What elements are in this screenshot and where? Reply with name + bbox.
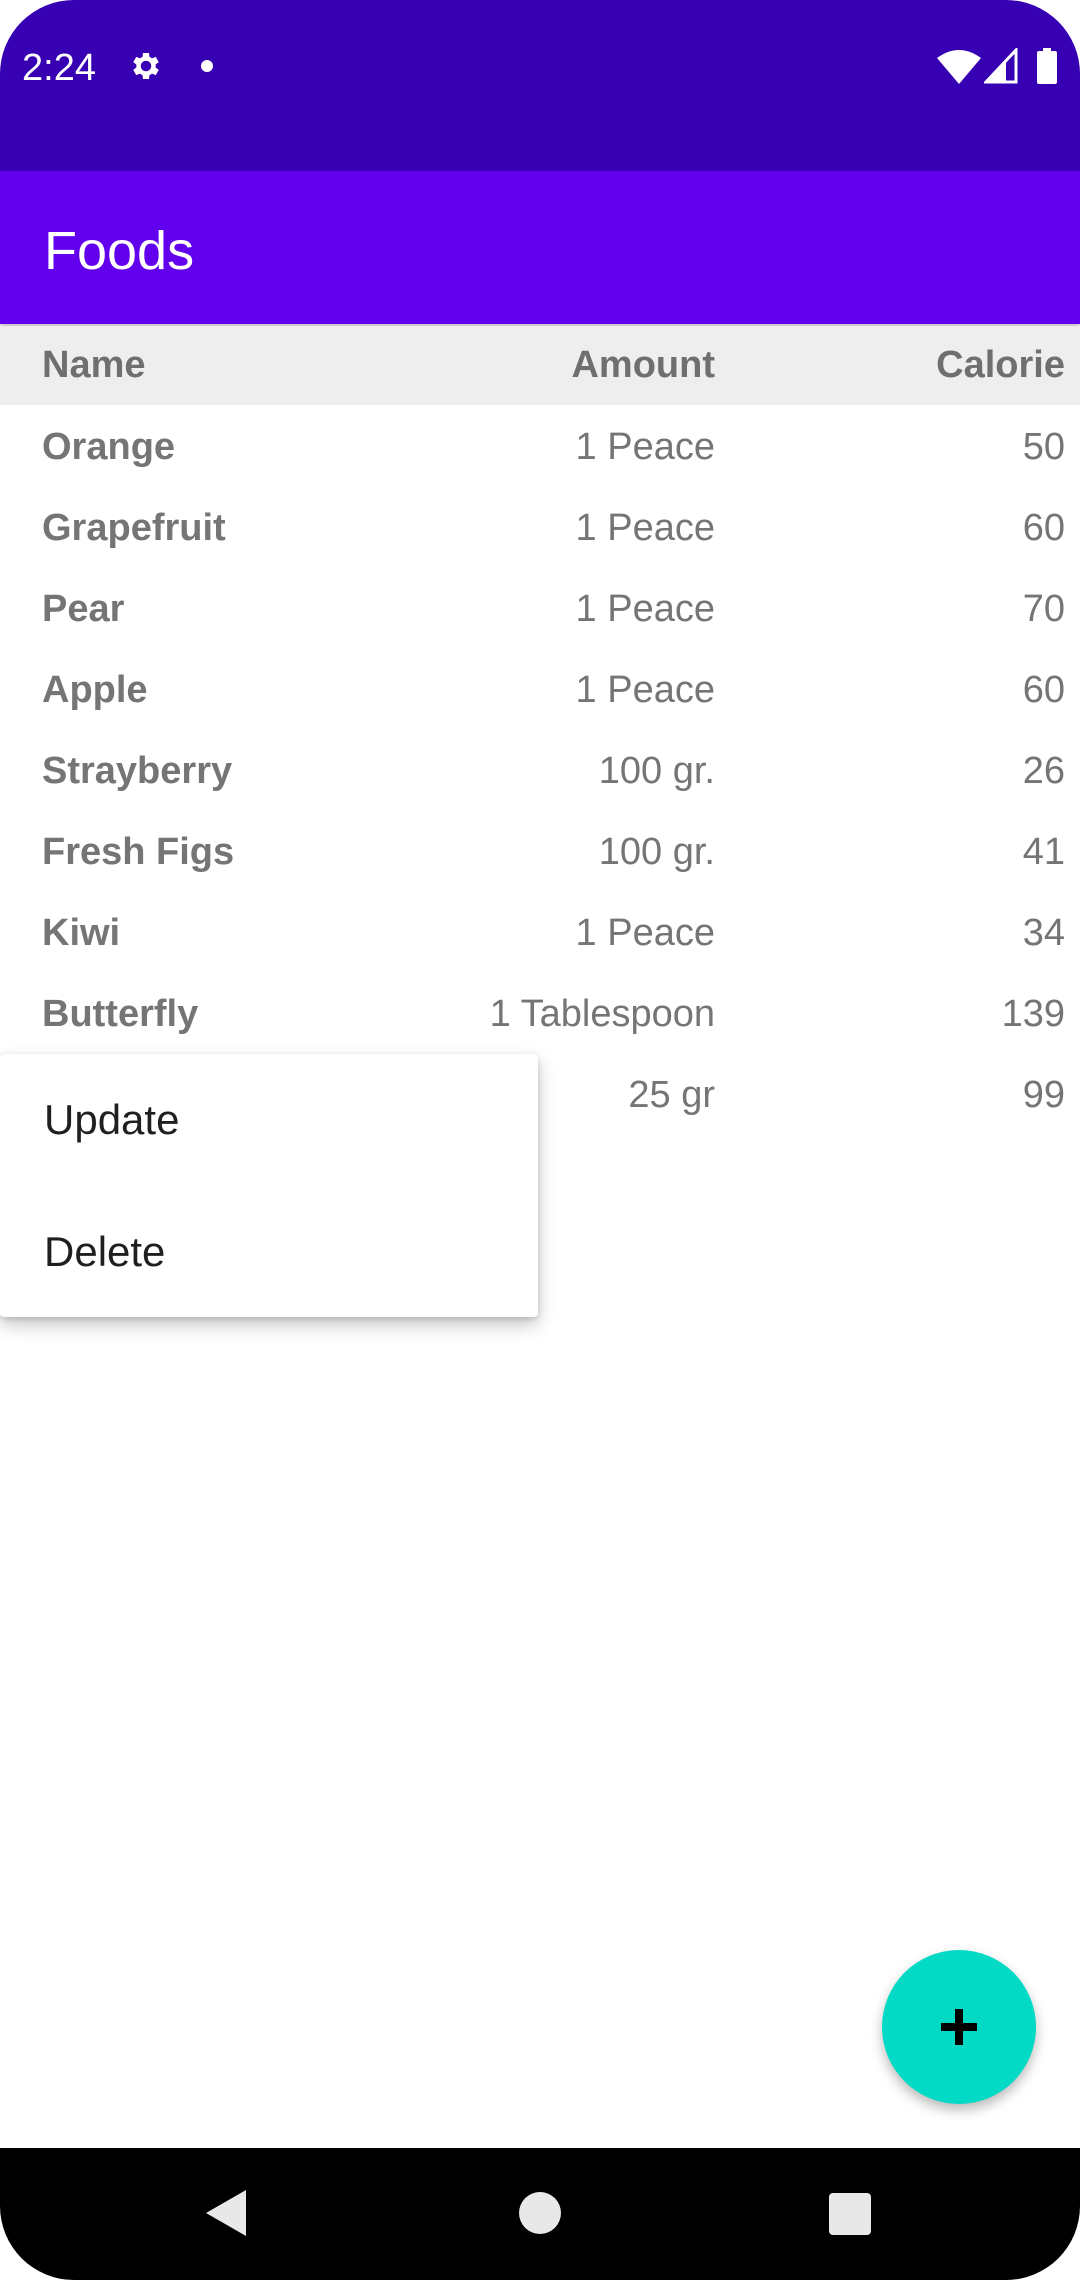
food-amount: 1 Peace [575,912,715,954]
food-name: Orange [42,426,176,468]
table-row[interactable]: Grapefruit 1 Peace 60 [0,488,1080,569]
battery-icon [1037,48,1057,84]
food-amount: 1 Peace [575,426,715,468]
add-food-button[interactable] [882,1950,1036,2104]
cell-signal-icon [984,48,1018,84]
food-amount: 1 Peace [575,588,715,630]
food-name: Apple [42,669,148,711]
table-row[interactable]: Strayberry 100 gr. 26 [0,731,1080,812]
status-bar: 2:24 [0,0,1080,171]
table-row[interactable]: Pear 1 Peace 70 [0,569,1080,650]
table-header: Name Amount Calorie [0,326,1080,405]
food-calorie: 99 [1022,1074,1065,1116]
context-menu: Update Delete [0,1054,538,1317]
food-calorie: 34 [1022,912,1065,954]
status-time: 2:24 [22,47,96,89]
home-icon[interactable] [519,2192,561,2234]
food-amount: 100 gr. [598,831,715,873]
delete-menu-item[interactable]: Delete [0,1186,538,1318]
header-name: Name [42,344,146,386]
food-amount: 100 gr. [598,750,715,792]
delete-menu-label: Delete [44,1228,166,1275]
table-row[interactable]: Orange 1 Peace 50 [0,407,1080,488]
food-calorie: 139 [1001,993,1065,1035]
food-name: Butterfly [42,993,199,1035]
app-bar: Foods [0,171,1080,324]
food-name: Strayberry [42,750,233,792]
food-amount: 1 Peace [575,507,715,549]
food-name: Pear [42,588,125,630]
update-menu-label: Update [44,1096,180,1143]
wifi-icon [937,50,981,84]
food-calorie: 50 [1022,426,1065,468]
food-calorie: 70 [1022,588,1065,630]
food-amount: 1 Peace [575,669,715,711]
food-calorie: 60 [1022,669,1065,711]
food-calorie: 60 [1022,507,1065,549]
page-title: Foods [44,221,195,281]
food-amount: 25 gr [628,1074,715,1116]
food-name: Grapefruit [42,507,226,549]
recent-apps-icon[interactable] [829,2193,871,2235]
food-name: Fresh Figs [42,831,235,873]
table-row[interactable]: Butterfly 1 Tablespoon 139 [0,974,1080,1055]
notification-dot-icon [201,60,213,72]
header-calorie: Calorie [936,344,1065,386]
plus-icon [941,2009,977,2045]
header-amount: Amount [571,344,715,386]
food-calorie: 41 [1022,831,1065,873]
food-amount: 1 Tablespoon [489,993,715,1035]
table-row[interactable]: Apple 1 Peace 60 [0,650,1080,731]
food-calorie: 26 [1022,750,1065,792]
navigation-bar [0,2148,1080,2280]
update-menu-item[interactable]: Update [0,1054,538,1186]
table-row[interactable]: Fresh Figs 100 gr. 41 [0,812,1080,893]
settings-gear-icon [133,52,159,80]
food-name: Kiwi [42,912,121,954]
back-icon[interactable] [206,2190,246,2236]
table-row[interactable]: Kiwi 1 Peace 34 [0,893,1080,974]
